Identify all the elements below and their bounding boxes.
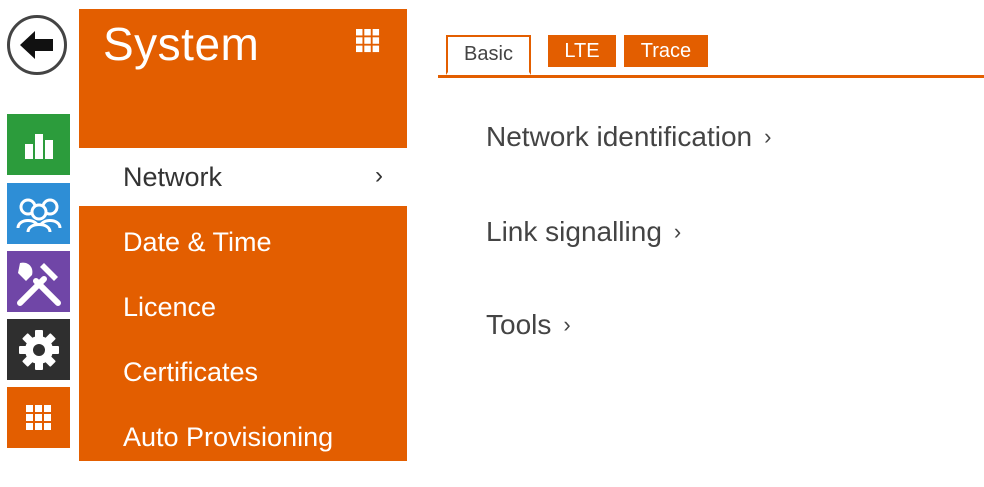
tab-bar: Basic LTE Trace xyxy=(438,35,984,78)
menu-item-date-time[interactable]: Date & Time xyxy=(79,213,407,271)
network-identification-link[interactable]: Network identification › xyxy=(486,121,771,153)
menu-item-label: Date & Time xyxy=(123,226,272,257)
system-menu-panel: System Network › Date & Time Licence Cer… xyxy=(79,9,407,461)
menu-item-label: Certificates xyxy=(123,356,259,387)
menu-item-label: Network xyxy=(123,161,223,192)
menu-item-auto-provisioning[interactable]: Auto Provisioning xyxy=(79,408,407,466)
gear-icon xyxy=(18,329,59,370)
services-menu-button[interactable] xyxy=(7,387,70,448)
system-menu-button[interactable] xyxy=(7,319,70,380)
apps-grid-icon xyxy=(25,404,51,430)
chevron-right-icon: › xyxy=(673,219,682,244)
menu-item-certificates[interactable]: Certificates xyxy=(79,343,407,401)
chevron-right-icon: › xyxy=(375,162,383,189)
back-button[interactable] xyxy=(7,15,67,75)
menu-title: System xyxy=(103,18,260,70)
bar-chart-icon xyxy=(24,133,53,159)
menu-item-licence[interactable]: Licence xyxy=(79,278,407,336)
chevron-right-icon: › xyxy=(563,312,571,337)
hardware-menu-button[interactable] xyxy=(7,251,70,312)
arrow-left-icon xyxy=(20,31,53,59)
link-label: Tools xyxy=(486,309,552,340)
tab-basic[interactable]: Basic xyxy=(446,35,531,75)
directory-menu-button[interactable] xyxy=(7,183,70,244)
menu-item-label: Licence xyxy=(123,291,217,322)
chevron-right-icon: › xyxy=(764,124,772,149)
tab-lte[interactable]: LTE xyxy=(548,35,616,67)
menu-item-label: Auto Provisioning xyxy=(123,421,334,452)
tools-link[interactable]: Tools › xyxy=(486,309,571,341)
menu-item-network[interactable]: Network › xyxy=(79,148,407,206)
tab-trace[interactable]: Trace xyxy=(624,35,708,67)
tools-icon xyxy=(16,262,61,306)
apps-grid-icon[interactable] xyxy=(356,29,380,58)
status-menu-button[interactable] xyxy=(7,114,70,175)
link-signalling-link[interactable]: Link signalling › xyxy=(486,216,681,248)
users-icon xyxy=(16,198,61,232)
link-label: Network identification xyxy=(486,121,753,152)
icon-rail xyxy=(0,0,72,487)
link-label: Link signalling xyxy=(486,216,662,247)
